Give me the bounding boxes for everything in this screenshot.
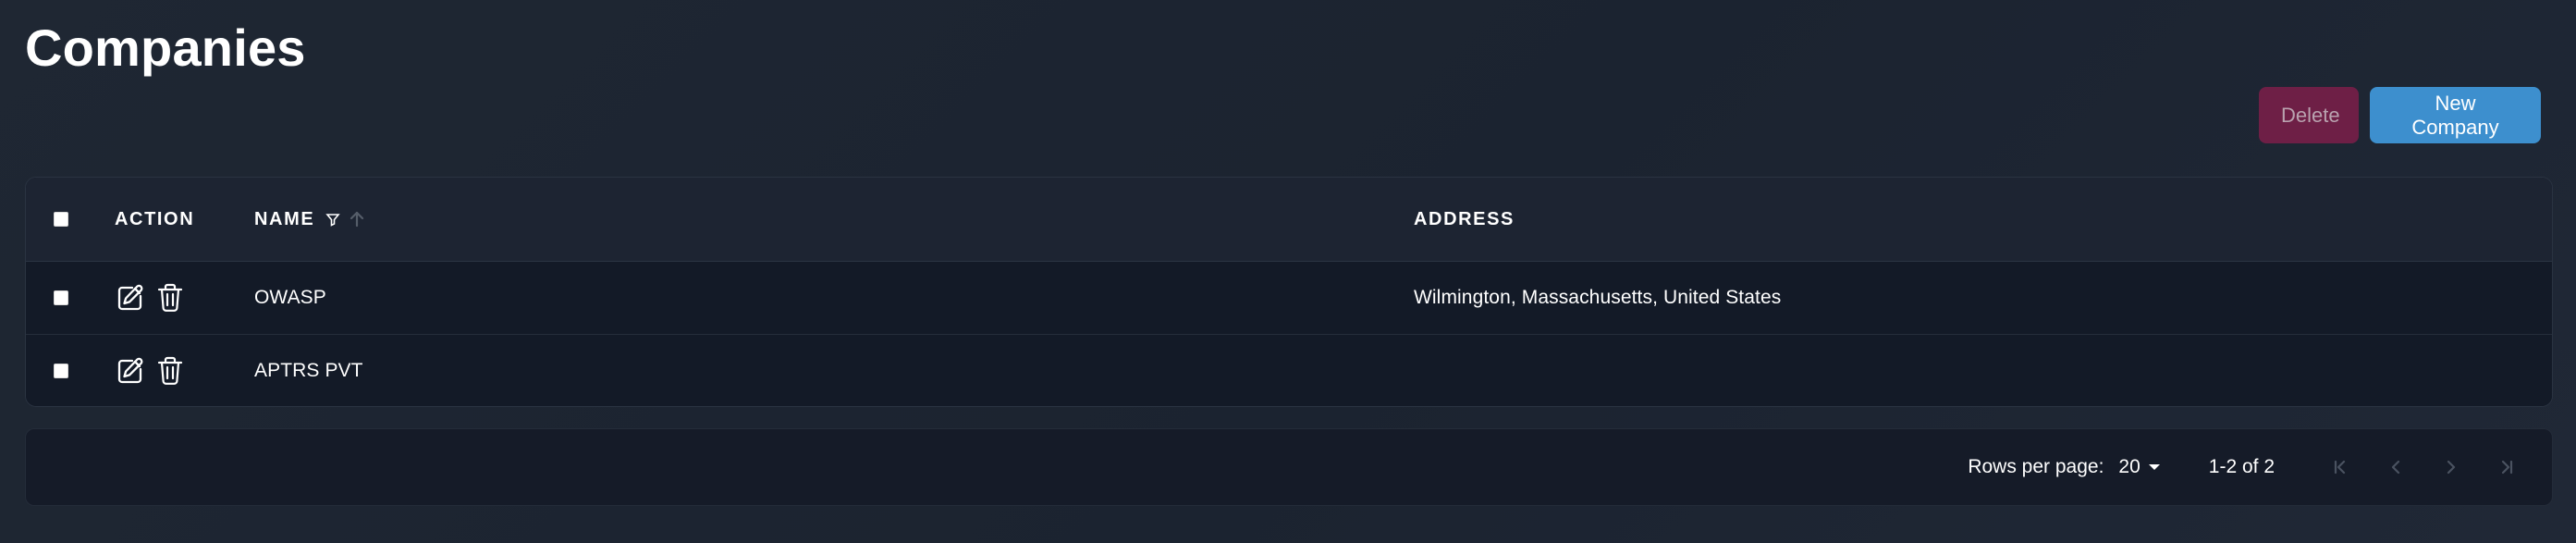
toolbar: Delete New Company	[2259, 87, 2541, 143]
pagination-controls: Rows per page: 20 1-2 of 2	[1968, 429, 2519, 505]
action-header: ACTION	[115, 178, 194, 261]
rows-per-page-select[interactable]: 20	[2118, 456, 2160, 478]
company-name-cell: OWASP	[254, 262, 326, 334]
page-navigation	[2328, 455, 2519, 479]
page-title: Companies	[25, 19, 306, 77]
row-select-cell	[50, 335, 72, 406]
companies-page: Companies Delete New Company ACTION NAME	[0, 0, 2576, 543]
name-sort-controls[interactable]	[325, 210, 366, 228]
rows-per-page-label: Rows per page:	[1968, 456, 2104, 477]
previous-page-icon[interactable]	[2384, 455, 2408, 479]
row-select-cell	[50, 262, 72, 334]
delete-button[interactable]: Delete	[2259, 87, 2359, 143]
table-header-row: ACTION NAME ADDRESS	[26, 178, 2552, 262]
company-name-cell: APTRS PVT	[254, 335, 363, 406]
name-header[interactable]: NAME	[254, 178, 366, 261]
sort-up-icon[interactable]	[348, 210, 366, 228]
name-header-label: NAME	[254, 208, 315, 229]
row-actions	[115, 262, 185, 334]
action-header-label: ACTION	[115, 208, 195, 229]
select-all-checkbox[interactable]	[54, 212, 68, 227]
row-select-checkbox[interactable]	[54, 364, 68, 378]
rows-per-page-value: 20	[2118, 456, 2141, 477]
pagination-bar: Rows per page: 20 1-2 of 2	[25, 428, 2553, 506]
next-page-icon[interactable]	[2439, 455, 2463, 479]
company-name: OWASP	[254, 287, 326, 308]
select-all-cell	[50, 178, 72, 261]
row-actions	[115, 335, 185, 406]
row-select-checkbox[interactable]	[54, 290, 68, 305]
address-header-label: ADDRESS	[1414, 208, 1515, 229]
first-page-icon[interactable]	[2328, 455, 2352, 479]
company-address-cell: Wilmington, Massachusetts, United States	[1414, 262, 1781, 334]
table-row: APTRS PVT	[26, 335, 2552, 406]
chevron-down-icon[interactable]	[2148, 463, 2161, 472]
filter-icon[interactable]	[325, 212, 340, 227]
trash-icon[interactable]	[155, 282, 185, 314]
address-header: ADDRESS	[1414, 178, 1515, 261]
page-range-text: 1-2 of 2	[2208, 456, 2275, 477]
edit-icon[interactable]	[115, 282, 146, 314]
company-address: Wilmington, Massachusetts, United States	[1414, 287, 1782, 308]
companies-table: ACTION NAME ADDRESS OWASP Wilmington, Ma…	[25, 177, 2553, 407]
table-row: OWASP Wilmington, Massachusetts, United …	[26, 262, 2552, 335]
last-page-icon[interactable]	[2495, 455, 2519, 479]
new-company-button[interactable]: New Company	[2370, 87, 2541, 143]
trash-icon[interactable]	[155, 355, 185, 387]
company-name: APTRS PVT	[254, 360, 363, 381]
edit-icon[interactable]	[115, 355, 146, 387]
